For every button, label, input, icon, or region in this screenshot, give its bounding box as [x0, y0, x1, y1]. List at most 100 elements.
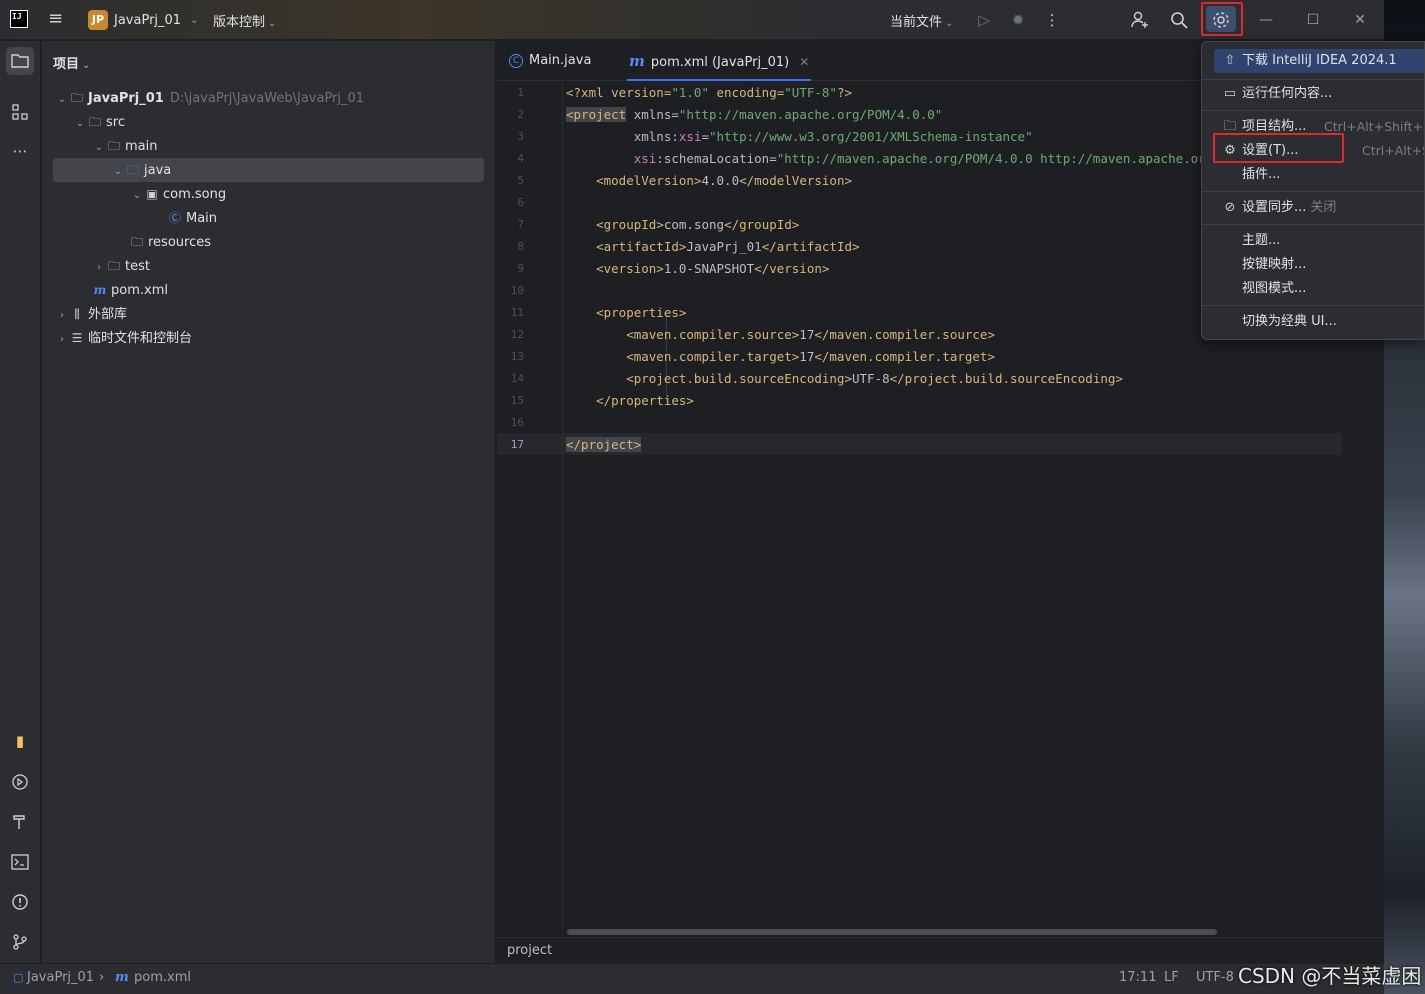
code-token: <maven.compiler.target> — [566, 349, 800, 364]
tree-item-package[interactable]: ⌄ ▣ com.song — [42, 182, 496, 206]
caret-position[interactable]: 17:11 — [1119, 964, 1156, 992]
tab-label: pom.xml (JavaPrj_01) — [650, 55, 790, 70]
code-token: 17 — [799, 327, 815, 342]
line-number: 11 — [510, 306, 524, 319]
scratches-icon: ☰ — [71, 331, 83, 345]
vcs-menu[interactable]: 版本控制 ⌄ — [213, 11, 276, 30]
menu-item-theme[interactable]: 主题... — [1202, 229, 1424, 253]
breadcrumb-item[interactable]: project — [507, 943, 552, 958]
code-line-1: <?xml version="1.0" encoding="UTF-8"?> — [566, 82, 852, 104]
tab-pom-xml[interactable]: m pom.xml (JavaPrj_01) ✕ — [627, 41, 812, 81]
line-separator[interactable]: LF — [1164, 964, 1179, 992]
line-number: 6 — [517, 196, 524, 209]
menu-item-classic-ui[interactable]: 切换为经典 UI... — [1202, 310, 1424, 334]
run-anything-icon: ▭ — [1223, 86, 1237, 101]
folder-icon: 🗀 — [107, 259, 120, 273]
tree-item-main-class[interactable]: Ⓒ Main — [42, 206, 496, 230]
chevron-down-icon[interactable]: ⌄ — [111, 160, 125, 184]
build-hammer-icon[interactable] — [6, 808, 34, 836]
code-token: </project.build.sourceEncoding> — [889, 371, 1123, 386]
line-number: 2 — [517, 108, 524, 121]
tree-item-scratches[interactable]: › ☰ 临时文件和控制台 — [42, 326, 496, 350]
project-badge: JP — [88, 10, 108, 30]
maven-icon: m — [629, 52, 645, 70]
menu-item-run-anything[interactable]: ▭ 运行任何内容... — [1202, 82, 1424, 106]
tree-item-project-root[interactable]: ⌄ 🗀 JavaPrj_01 D:\javaPrj\JavaWeb\JavaPrj_0… — [42, 86, 496, 110]
file-encoding[interactable]: UTF-8 — [1196, 964, 1234, 992]
chevron-down-icon[interactable]: ⌄ — [55, 88, 69, 112]
line-number: 7 — [517, 218, 524, 231]
tree-item-pom[interactable]: m pom.xml — [42, 278, 496, 302]
source-folder-icon: 🗀 — [126, 163, 139, 177]
chevron-down-icon[interactable]: ⌄ — [92, 136, 106, 160]
close-icon[interactable]: ✕ — [799, 55, 809, 69]
problems-icon[interactable] — [6, 888, 34, 916]
git-branch-icon[interactable] — [6, 928, 34, 956]
tree-item-label: com.song — [163, 187, 227, 202]
more-actions-icon[interactable]: ⋮ — [1040, 8, 1064, 32]
menu-item-keymap[interactable]: 按键映射... — [1202, 253, 1424, 277]
code-token: <project — [566, 107, 627, 122]
chevron-right-icon[interactable]: › — [92, 256, 106, 280]
maximize-icon[interactable]: ☐ — [1298, 8, 1328, 32]
close-icon[interactable]: ✕ — [1345, 8, 1375, 32]
search-icon[interactable] — [1167, 8, 1191, 32]
structure-icon[interactable] — [6, 98, 34, 126]
chevron-down-icon[interactable]: ⌄ — [73, 112, 87, 136]
status-project[interactable]: JavaPrj_01 — [27, 964, 94, 992]
tree-item-src[interactable]: ⌄ 🗀 src — [42, 110, 496, 134]
intellij-logo-icon[interactable]: IJ — [10, 10, 28, 28]
terminal-icon[interactable] — [6, 848, 34, 876]
chevron-down-icon[interactable]: ⌄ — [130, 184, 144, 208]
code-token: xmlns= — [626, 107, 679, 122]
project-panel: 项目 ⌄ ⌄ 🗀 JavaPrj_01 D:\javaPrj\JavaWeb\JavaP… — [42, 41, 496, 963]
notifications-bulb-icon[interactable]: ▮ — [6, 727, 34, 755]
menu-item-label: 主题... — [1242, 233, 1281, 248]
code-token: "http://www.w3.org/2001/XMLSchema-instan… — [709, 129, 1033, 144]
hamburger-menu-icon[interactable]: ≡ — [48, 10, 68, 30]
tree-item-test[interactable]: › 🗀 test — [42, 254, 496, 278]
minimize-icon[interactable]: — — [1251, 8, 1281, 32]
folder-icon: 🗀 — [88, 115, 101, 129]
run-config-selector[interactable]: 当前文件 ⌄ — [890, 11, 953, 30]
services-icon[interactable] — [6, 768, 34, 796]
code-token: <?xml version= — [566, 85, 672, 100]
menu-divider — [1202, 110, 1424, 111]
debug-icon[interactable]: ✹ — [1006, 8, 1030, 32]
project-folder-icon[interactable] — [6, 47, 34, 75]
line-number: 13 — [510, 350, 524, 363]
run-icon[interactable]: ▷ — [972, 8, 996, 32]
menu-item-status: 关闭 — [1310, 200, 1337, 215]
line-number: 8 — [517, 240, 524, 253]
menu-item-view-mode[interactable]: 视图模式... — [1202, 277, 1424, 301]
code-token: ?> — [836, 85, 853, 100]
code-token: <artifactId> — [566, 239, 687, 254]
tree-item-resources[interactable]: 🗀 resources — [42, 230, 496, 254]
horizontal-scrollbar[interactable] — [567, 929, 1217, 935]
tree-item-java[interactable]: ⌄ 🗀 java — [53, 158, 484, 182]
chevron-right-icon[interactable]: › — [55, 328, 69, 352]
menu-item-download-update[interactable]: ⇧ 下载 IntelliJ IDEA 2024.1 — [1214, 49, 1424, 73]
code-token: <modelVersion> — [566, 173, 702, 188]
package-icon: ▣ — [146, 187, 158, 201]
project-switcher[interactable]: JP JavaPrj_01 ⌄ — [88, 10, 198, 30]
code-token: </maven.compiler.source> — [814, 327, 995, 342]
tree-item-main[interactable]: ⌄ 🗀 main — [42, 134, 496, 158]
tab-main-java[interactable]: C Main.java — [509, 41, 591, 81]
settings-item-highlight-box — [1213, 133, 1344, 163]
menu-item-label: 插件... — [1242, 167, 1281, 182]
code-line-9: <version>1.0-SNAPSHOT</version> — [566, 258, 829, 280]
status-file[interactable]: pom.xml — [134, 964, 191, 992]
more-tools-icon[interactable]: ⋯ — [6, 137, 34, 165]
menu-item-plugins[interactable]: 插件... — [1202, 163, 1424, 187]
line-number: 10 — [510, 284, 524, 297]
add-user-icon[interactable] — [1128, 8, 1152, 32]
project-panel-header[interactable]: 项目 ⌄ — [53, 53, 90, 72]
menu-item-settings-sync[interactable]: ⊘ 设置同步... 关闭 — [1202, 196, 1424, 220]
chevron-right-icon[interactable]: › — [55, 304, 69, 328]
settings-dropdown-menu: ⇧ 下载 IntelliJ IDEA 2024.1 ▭ 运行任何内容... 🗀 项目结… — [1201, 41, 1425, 340]
update-arrow-icon: ⇧ — [1224, 53, 1236, 68]
tree-item-external-libs[interactable]: › ⫼ 外部库 — [42, 302, 496, 326]
module-icon: ▢ — [13, 971, 24, 984]
maven-icon: m — [115, 970, 129, 985]
